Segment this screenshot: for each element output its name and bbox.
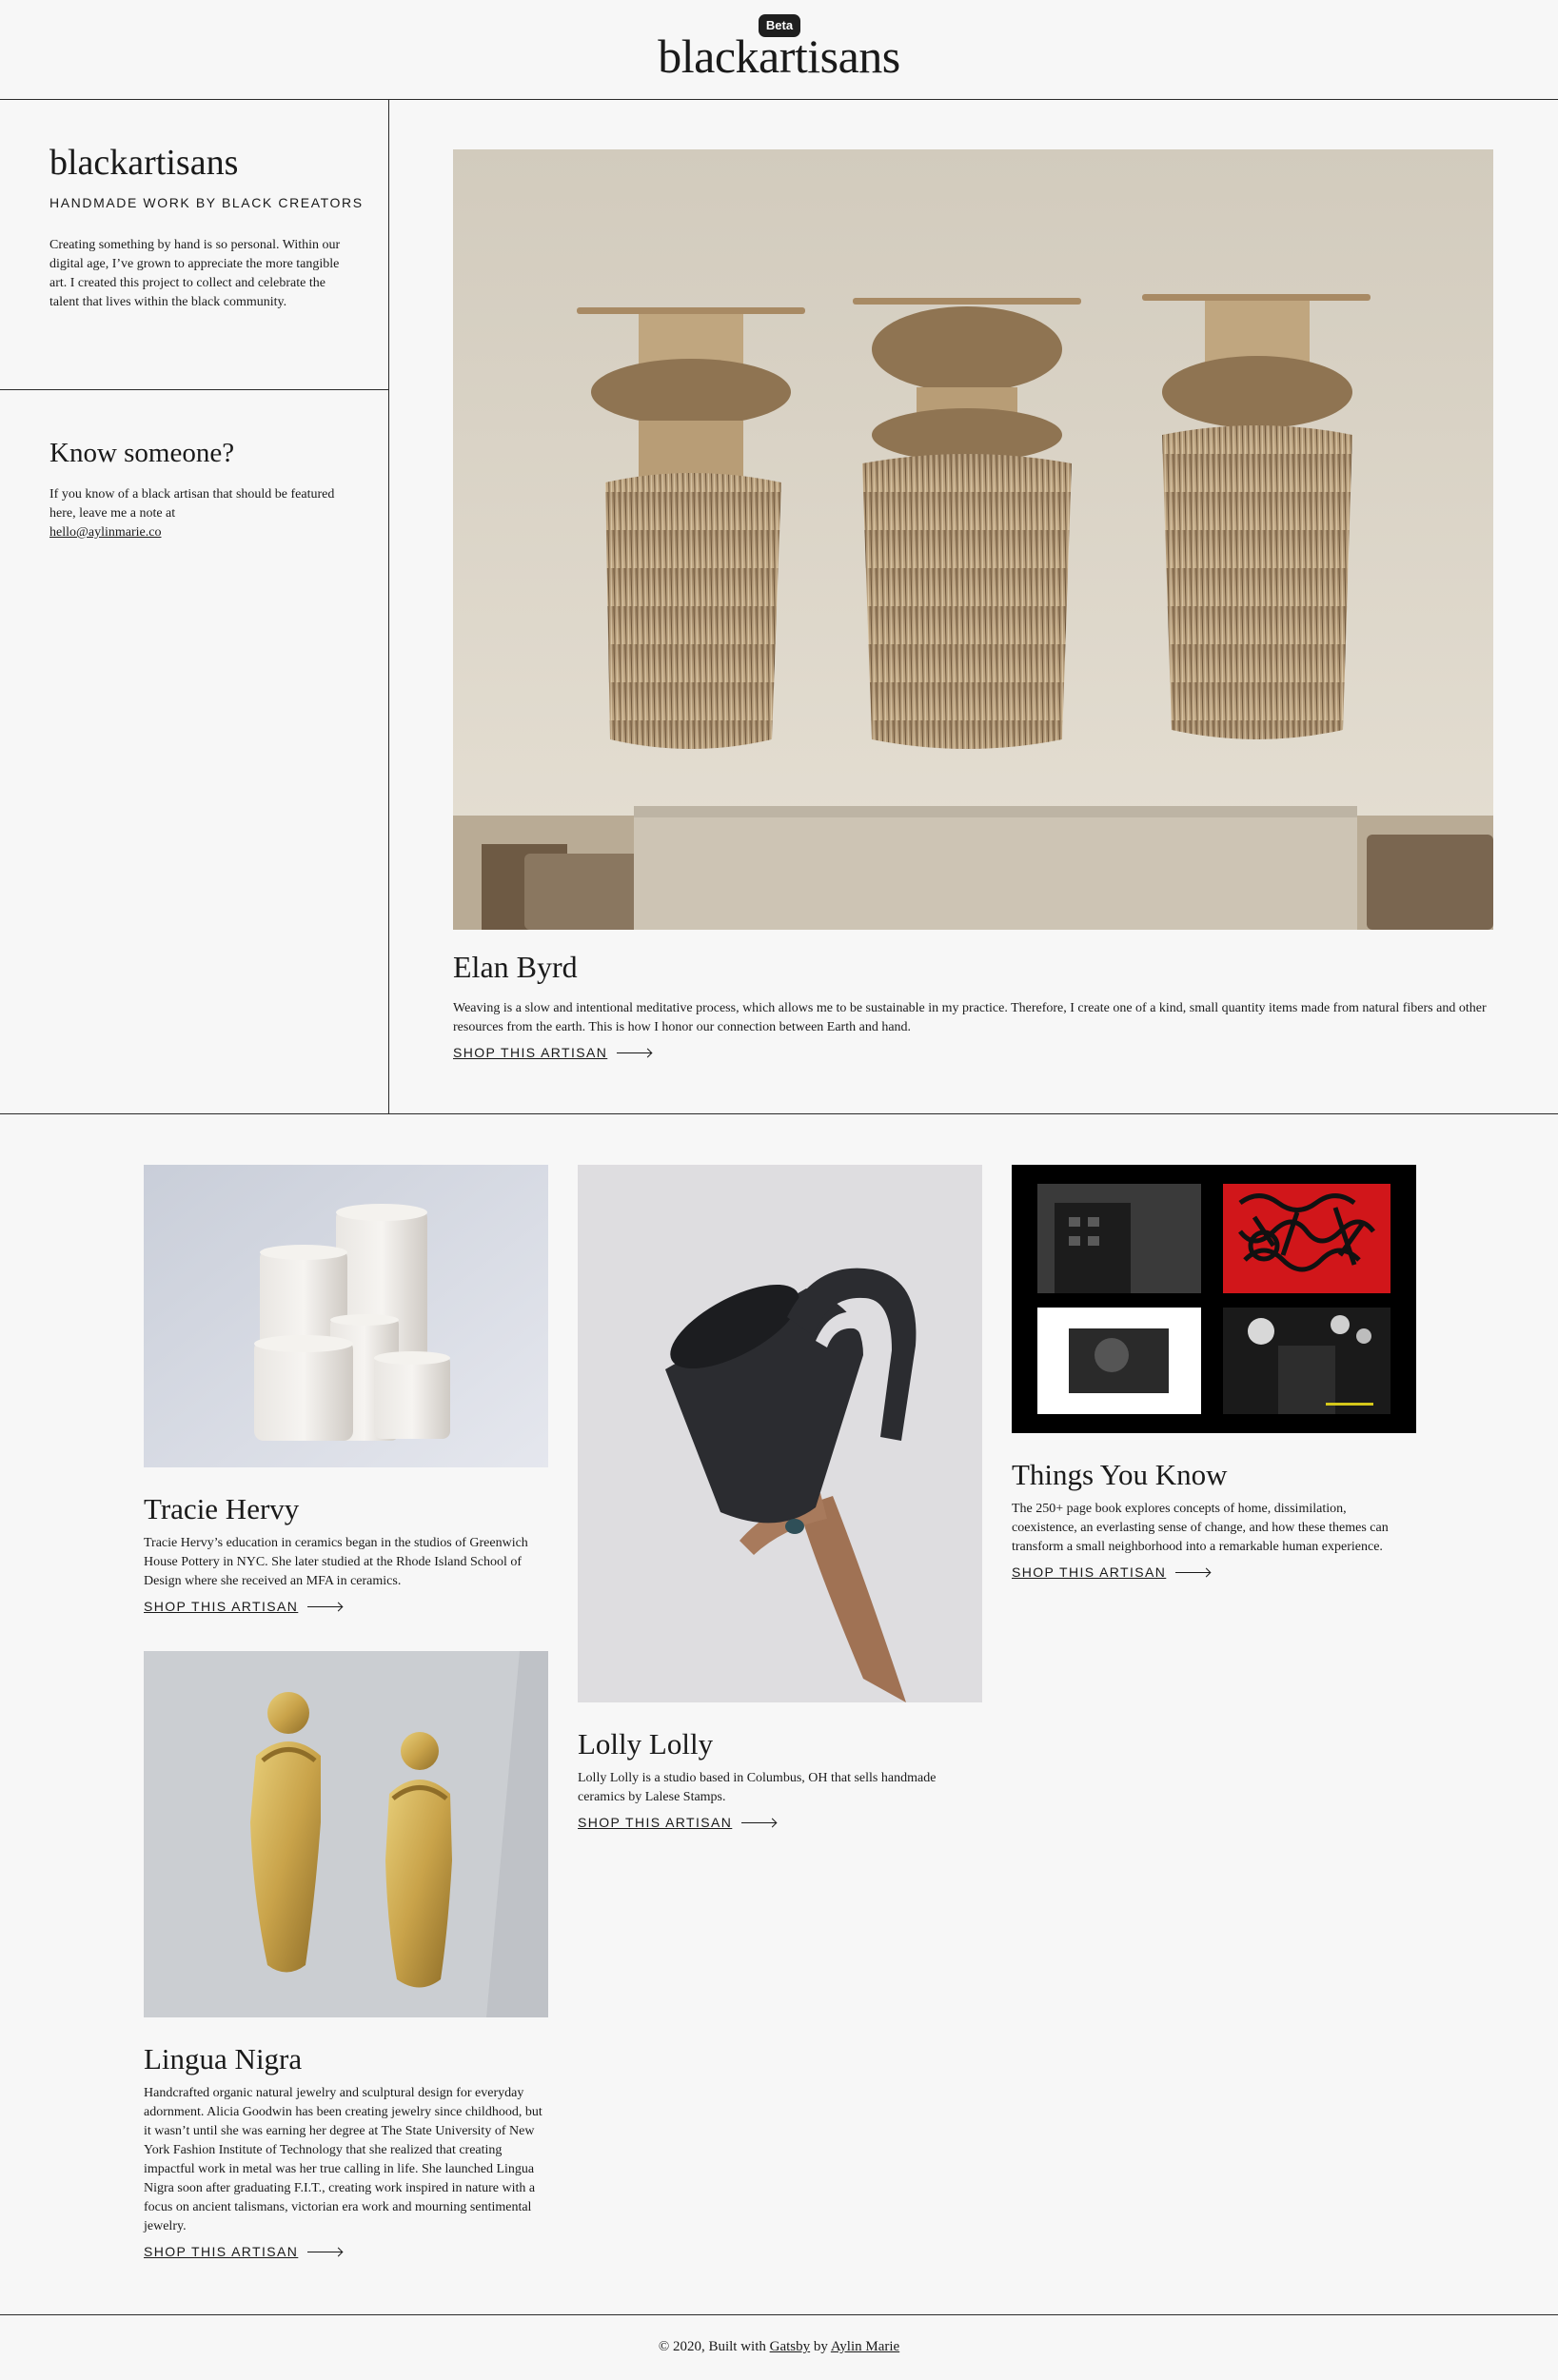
about-title: blackartisans [49, 143, 239, 183]
artisan-card-lingua-nigra: Lingua Nigra Handcrafted organic natural… [144, 1651, 548, 2261]
woven-wall-hangings-image [453, 149, 1493, 930]
artisan-name: Tracie Hervy [144, 1492, 300, 1525]
know-someone-text: If you know of a black artisan that shou… [49, 487, 335, 521]
about-body: Creating something by hand is so persona… [49, 238, 341, 309]
shop-link-label: SHOP THIS ARTISAN [144, 2244, 299, 2259]
shop-artisan-link[interactable]: SHOP THIS ARTISAN [578, 1815, 777, 1830]
know-someone-title: Know someone? [49, 438, 235, 468]
footer-by: by [813, 2339, 828, 2354]
artisan-name: Things You Know [1012, 1458, 1228, 1491]
arrow-right-icon [617, 1052, 652, 1053]
footer-copyright: © 2020, Built with [658, 2339, 766, 2354]
shop-link-label: SHOP THIS ARTISAN [578, 1815, 733, 1830]
hero-section: blackartisans HANDMADE WORK BY BLACK CRE… [0, 100, 1558, 1114]
arrow-right-icon [307, 1605, 343, 1607]
artisan-card-tracie-hervy: Tracie Hervy Tracie Hervy’s education in… [144, 1165, 548, 1616]
artisan-card-lolly-lolly: Lolly Lolly Lolly Lolly is a studio base… [578, 1165, 982, 1832]
featured-artisan-description: Weaving is a slow and intentional medita… [453, 1001, 1487, 1034]
featured-shop-link[interactable]: SHOP THIS ARTISAN [453, 1045, 652, 1060]
about-tagline: HANDMADE WORK BY BLACK CREATORS [49, 195, 364, 210]
artisan-name: Lolly Lolly [578, 1727, 714, 1760]
featured-artisan: Elan Byrd Weaving is a slow and intentio… [389, 100, 1558, 1114]
shop-artisan-link[interactable]: SHOP THIS ARTISAN [1012, 1564, 1211, 1580]
shop-artisan-link[interactable]: SHOP THIS ARTISAN [144, 2244, 343, 2259]
shop-artisan-link[interactable]: SHOP THIS ARTISAN [144, 1599, 343, 1614]
gold-earrings-image [144, 1651, 548, 2017]
artisan-description: Tracie Hervy’s education in ceramics beg… [144, 1536, 528, 1588]
about-panel: blackartisans HANDMADE WORK BY BLACK CRE… [0, 100, 389, 390]
contact-email-link[interactable]: hello@aylinmarie.co [49, 525, 161, 540]
shop-link-label: SHOP THIS ARTISAN [1012, 1564, 1167, 1580]
gatsby-link[interactable]: Gatsby [770, 2339, 811, 2354]
artisan-description: Handcrafted organic natural jewelry and … [144, 2086, 542, 2233]
footer-credits: © 2020, Built with Gatsby by Aylin Marie [0, 2339, 1558, 2355]
arrow-right-icon [741, 1821, 777, 1823]
site-title[interactable]: blackartisans [0, 29, 1558, 84]
black-mug-image [578, 1165, 982, 1702]
artisan-image-lingua-nigra[interactable] [144, 1651, 548, 2017]
shop-link-label: SHOP THIS ARTISAN [453, 1045, 608, 1060]
artisan-image-tracie-hervy[interactable] [144, 1165, 548, 1467]
artisan-card-things-you-know: Things You Know The 250+ page book explo… [1012, 1165, 1416, 1582]
arrow-right-icon [1175, 1571, 1211, 1573]
photo-book-collage-image [1012, 1165, 1416, 1433]
featured-artisan-image[interactable] [453, 149, 1493, 930]
artisan-image-lolly-lolly[interactable] [578, 1165, 982, 1702]
artisan-description: The 250+ page book explores concepts of … [1012, 1502, 1389, 1554]
artisan-description: Lolly Lolly is a studio based in Columbu… [578, 1771, 937, 1804]
artisan-image-things-you-know[interactable] [1012, 1165, 1416, 1433]
sidebar: blackartisans HANDMADE WORK BY BLACK CRE… [0, 100, 389, 1114]
author-link[interactable]: Aylin Marie [831, 2339, 899, 2354]
know-someone-body: If you know of a black artisan that shou… [49, 485, 335, 542]
featured-artisan-name: Elan Byrd [453, 950, 578, 984]
artisan-name: Lingua Nigra [144, 2042, 303, 2075]
ceramic-cylinders-image [144, 1165, 548, 1467]
site-footer: © 2020, Built with Gatsby by Aylin Marie [0, 2314, 1558, 2380]
site-header: Beta blackartisans [0, 0, 1558, 100]
shop-link-label: SHOP THIS ARTISAN [144, 1599, 299, 1614]
